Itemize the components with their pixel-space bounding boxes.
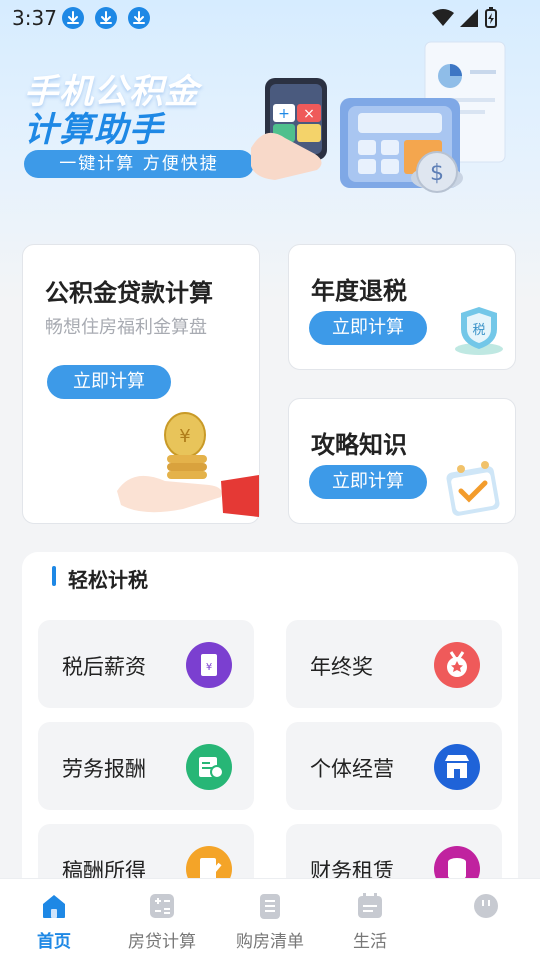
nav-label: 生活 [353, 932, 387, 952]
nav-label: 房贷计算 [128, 932, 196, 952]
calculator-illustration: $ + × [251, 41, 506, 193]
tax-refund-card[interactable]: 年度退税 立即计算 税 [288, 244, 516, 370]
status-time: 3:37 [12, 6, 57, 30]
svg-text:×: × [303, 106, 315, 122]
hero-tagline: 一键计算 方便快捷 [24, 150, 254, 178]
download-icon [62, 7, 84, 29]
tax-refund-button[interactable]: 立即计算 [309, 311, 427, 345]
tile-after-tax-salary[interactable]: 税后薪资 ¥ [38, 620, 254, 708]
nav-label: 首页 [37, 932, 71, 952]
tile-label: 个体经营 [310, 757, 394, 781]
bottom-nav: 首页 房贷计算 购房清单 生活 [0, 878, 540, 960]
tile-label: 劳务报酬 [62, 757, 146, 781]
loan-card-subtitle: 畅想住房福利金算盘 [45, 317, 207, 338]
status-bar: 3:37 [0, 0, 540, 36]
guide-card[interactable]: 攻略知识 立即计算 [288, 398, 516, 524]
id-card-icon [186, 744, 232, 790]
nav-life[interactable]: 生活 [320, 891, 420, 952]
section-accent-bar [52, 566, 56, 586]
checklist-icon [260, 894, 280, 919]
svg-text:+: + [278, 106, 290, 122]
signal-icon [460, 9, 478, 27]
status-icons [432, 7, 497, 28]
shield-tax-icon: 税 [455, 307, 503, 355]
profile-icon [474, 894, 498, 918]
tile-label: 年终奖 [310, 655, 373, 679]
medal-icon [434, 642, 480, 688]
svg-text:税: 税 [472, 323, 485, 338]
wifi-icon [432, 9, 454, 26]
nav-label: 购房清单 [236, 932, 304, 952]
guide-button[interactable]: 立即计算 [309, 465, 427, 499]
nav-profile[interactable] [436, 891, 536, 927]
payslip-icon: ¥ [186, 642, 232, 688]
nav-home[interactable]: 首页 [4, 891, 104, 952]
svg-text:¥: ¥ [179, 426, 190, 447]
calendar-icon [358, 893, 382, 918]
calculator-icon [150, 894, 174, 918]
hero-title-line2: 计算助手 [24, 110, 164, 150]
guide-title: 攻略知识 [311, 431, 407, 459]
svg-text:$: $ [430, 161, 444, 186]
tile-labor-remuneration[interactable]: 劳务报酬 [38, 722, 254, 810]
tile-year-end-bonus[interactable]: 年终奖 [286, 620, 502, 708]
tax-refund-title: 年度退税 [311, 277, 407, 305]
download-icon [128, 7, 150, 29]
tile-label: 税后薪资 [62, 655, 146, 679]
download-icon [95, 7, 117, 29]
nav-mortgage-calc[interactable]: 房贷计算 [112, 891, 212, 952]
section-title: 轻松计税 [68, 568, 148, 592]
loan-calc-card[interactable]: 公积金贷款计算 畅想住房福利金算盘 立即计算 ¥ [22, 244, 260, 524]
checklist-calendar-icon [446, 461, 500, 516]
store-icon [434, 744, 480, 790]
svg-text:¥: ¥ [206, 662, 212, 673]
home-icon [43, 895, 65, 918]
loan-calc-button[interactable]: 立即计算 [47, 365, 171, 399]
nav-purchase-checklist[interactable]: 购房清单 [220, 891, 320, 952]
hand-coins-illustration: ¥ [117, 412, 259, 517]
tile-self-employed[interactable]: 个体经营 [286, 722, 502, 810]
loan-card-title: 公积金贷款计算 [45, 279, 213, 307]
